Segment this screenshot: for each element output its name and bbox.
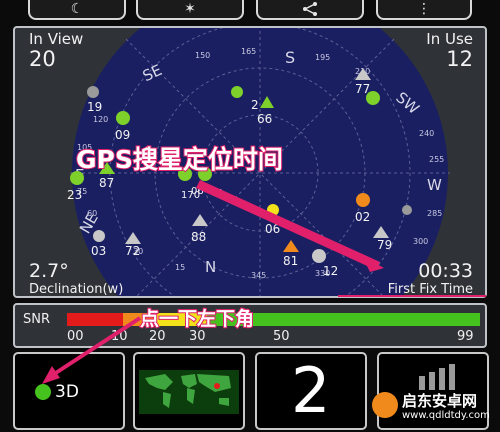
satellite-prn: 72: [125, 244, 141, 258]
world-map-tile[interactable]: [133, 352, 245, 430]
satellite-prn: 66: [257, 112, 273, 126]
satellite-marker: [373, 226, 389, 238]
declination-value: 2.7°: [29, 260, 69, 282]
satellite-marker: [355, 68, 371, 80]
satellite-marker: [231, 86, 243, 98]
fix-time-highlight: [338, 295, 486, 297]
watermark-url: www.qdldtdy.com: [402, 410, 490, 421]
world-map-icon: [139, 370, 239, 414]
satellite-count-value: 2: [291, 354, 331, 427]
satellite-marker: [260, 96, 274, 108]
satellite-marker: [356, 193, 370, 207]
satellite-prn: 02: [355, 210, 371, 224]
satellite-marker: [93, 230, 105, 242]
satellite-marker: [87, 86, 99, 98]
satellite-marker: [125, 232, 141, 244]
satellite-prn: 23: [67, 188, 83, 202]
compass-button[interactable]: ✶: [136, 0, 244, 20]
satellite-marker: [283, 240, 299, 252]
snr-tick: 20: [149, 329, 166, 344]
watermark: 启东安卓网 www.qdldtdy.com: [370, 388, 498, 430]
snr-tick: 10: [111, 329, 128, 344]
fix-mode-tile[interactable]: 3D: [13, 352, 125, 430]
watermark-brand: 启东安卓网: [402, 392, 478, 410]
satellite-prn: 79: [377, 238, 393, 252]
fix-status-icon: [35, 384, 51, 400]
compass-icon: ✶: [184, 1, 196, 17]
more-icon: ⋮: [417, 1, 431, 17]
share-icon: [303, 2, 317, 16]
moon-icon: ☾: [70, 1, 84, 17]
satellite-prn: 12: [323, 264, 339, 278]
satellite-count-tile[interactable]: 2: [255, 352, 367, 430]
more-button[interactable]: ⋮: [376, 0, 472, 20]
satellite-marker: [267, 204, 279, 216]
satellite-marker: [116, 111, 130, 125]
snr-label: SNR: [23, 312, 51, 327]
satellite-prn: 81: [283, 254, 299, 268]
satellite-marker: [192, 214, 208, 226]
satellite-prn: 2: [251, 98, 259, 112]
snr-tick: 00: [67, 329, 84, 344]
fix-mode-label: 3D: [55, 382, 79, 402]
snr-tick: 99: [457, 329, 474, 344]
snr-segment-red: [67, 313, 123, 326]
satellite-prn: 88: [191, 230, 207, 244]
satellite-marker: [402, 205, 412, 215]
gps-app-screen: ☾ ✶ ⋮ In View 20 In Use 12 S SE SW W NE …: [0, 0, 500, 432]
share-button[interactable]: [256, 0, 364, 20]
satellite-prn: 06: [265, 222, 281, 236]
satellite-prn: 87: [99, 176, 115, 190]
snr-tick: 50: [273, 329, 290, 344]
theme-button[interactable]: ☾: [28, 0, 126, 20]
watermark-logo-icon: [372, 392, 398, 418]
declination-label: Declination(w): [29, 282, 124, 297]
satellite-prn: 01: [211, 188, 224, 199]
annotation-title: GPS搜星定位时间: [75, 144, 284, 175]
satellite-marker: [312, 249, 326, 263]
satellite-prn: 170: [181, 190, 201, 201]
satellite-prn: 03: [91, 244, 107, 258]
snr-tick: 30: [189, 329, 206, 344]
satellite-prn: 19: [87, 100, 103, 114]
fix-time-value: 00:33: [418, 260, 473, 282]
satellite-prn: 77: [355, 82, 371, 96]
annotation-hint: 点一下左下角: [139, 307, 255, 331]
